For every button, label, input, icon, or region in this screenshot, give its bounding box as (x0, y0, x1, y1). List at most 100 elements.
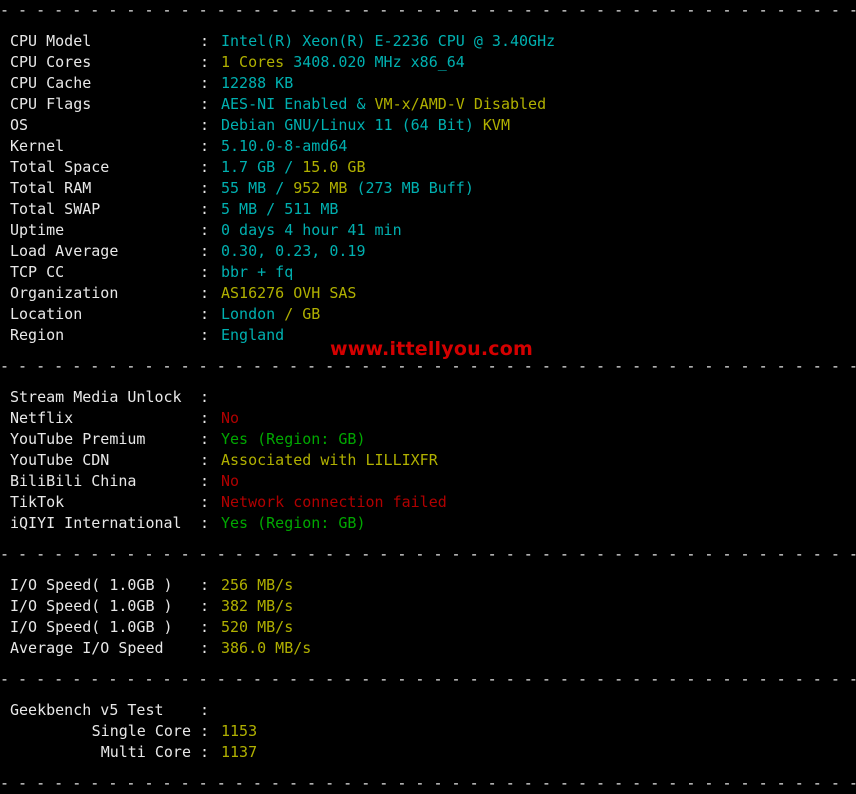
row-label: TCP CC (10, 263, 65, 281)
row-label: iQIYI International (10, 514, 182, 532)
row-value: bbr + fq (221, 263, 294, 281)
row-colon: : (200, 158, 210, 176)
info-row-cpu-cache: CPU Cache:12288 KB (0, 73, 856, 94)
info-row-cpu-cores: CPU Cores:1 Cores 3408.020 MHz x86_64 (0, 52, 856, 73)
row-label: OS (10, 116, 29, 134)
row-colon: : (200, 409, 210, 427)
info-row-average-i-o-speed-3: Average I/O Speed:386.0 MB/s (0, 638, 856, 659)
row-value: 1153 (221, 722, 258, 740)
row-value: 0.30, 0.23, 0.19 (221, 242, 366, 260)
row-label: Multi Core (100, 743, 191, 761)
info-row-cpu-flags: CPU Flags: AES-NI Enabled & VM-x/AMD-V Di… (0, 94, 856, 115)
row-label: YouTube Premium (10, 430, 146, 448)
row-colon: : (200, 74, 210, 92)
row-value: No (221, 472, 240, 490)
row-label: I/O Speed( 1.0GB ) (10, 576, 173, 594)
row-colon: : (200, 305, 210, 323)
info-row-uptime: Uptime:0 days 4 hour 41 min (0, 220, 856, 241)
io-speed-section: I/O Speed( 1.0GB ):256 MB/s I/O Speed( 1.… (0, 565, 856, 669)
separator-after-system-info: - - - - - - - - - - - - - - - - - - - - … (0, 356, 856, 377)
row-colon: : (200, 53, 210, 71)
row-value: London (221, 305, 285, 323)
row-value: 12288 KB (221, 74, 294, 92)
row-value: England (221, 326, 285, 344)
info-row-bilibili-china: BiliBili China: No (0, 471, 856, 492)
info-row-tiktok: TikTok: Network connection failed (0, 492, 856, 513)
info-row-kernel: Kernel:5.10.0-8-amd64 (0, 136, 856, 157)
row-colon: : (200, 472, 210, 490)
info-row-stream-media-unlock: Stream Media Unlock: (0, 387, 856, 408)
info-row-organization: Organization: AS16276 OVH SAS (0, 283, 856, 304)
info-row-iqiyi-international: iQIYI International: Yes (Region: GB) (0, 513, 856, 534)
row-colon: : (200, 326, 210, 344)
row-colon: : (200, 430, 210, 448)
row-label: Netflix (10, 409, 74, 427)
row-value: 0 days 4 hour 41 min (221, 221, 402, 239)
info-row-i-o-speed-1-0gb-2: I/O Speed( 1.0GB ):520 MB/s (0, 617, 856, 638)
row-label: Load Average (10, 242, 119, 260)
separator-after-stream-media: - - - - - - - - - - - - - - - - - - - - … (0, 544, 856, 565)
info-row-total-space: Total Space:1.7 GB / 15.0 GB (0, 157, 856, 178)
row-colon: : (200, 493, 210, 511)
geekbench-section: Geekbench v5 Test: Single Core:1153 Multi … (0, 690, 856, 773)
row-label: Single Core (91, 722, 191, 740)
row-colon: : (200, 116, 210, 134)
info-row-i-o-speed-1-0gb-1: I/O Speed( 1.0GB ):382 MB/s (0, 596, 856, 617)
separator-after-io-speed: - - - - - - - - - - - - - - - - - - - - … (0, 669, 856, 690)
info-row-i-o-speed-1-0gb-0: I/O Speed( 1.0GB ):256 MB/s (0, 575, 856, 596)
terminal-screen: - - - - - - - - - - - - - - - - - - - - … (0, 0, 856, 792)
row-value: Network connection failed (221, 493, 447, 511)
row-label: BiliBili China (10, 472, 137, 490)
separator-line: - - - - - - - - - - - - - - - - - - - - … (0, 774, 856, 792)
row-label: CPU Cache (10, 74, 92, 92)
row-value: 1137 (221, 743, 258, 761)
row-value: Associated with LILLIXFR (221, 451, 438, 469)
row-value: 520 MB/s (221, 618, 294, 636)
info-row-single-core: Single Core:1153 (0, 721, 856, 742)
row-value: 256 MB/s (221, 576, 294, 594)
row-label: Total SWAP (10, 200, 101, 218)
row-label: CPU Flags (10, 95, 92, 113)
separator-line: - - - - - - - - - - - - - - - - - - - - … (0, 670, 856, 688)
info-row-geekbench-v5-test: Geekbench v5 Test: (0, 700, 856, 721)
row-label: CPU Cores (10, 53, 92, 71)
row-label: Total RAM (10, 179, 92, 197)
stream-media-section: Stream Media Unlock: Netflix: No YouTube Pr… (0, 377, 856, 544)
row-value: Yes (Region: GB) (221, 514, 366, 532)
row-colon: : (200, 701, 210, 719)
row-value: Intel(R) Xeon(R) E-2236 CPU @ 3.40GHz (221, 32, 556, 50)
row-colon: : (200, 618, 210, 636)
row-value: 55 MB (221, 179, 276, 197)
info-row-multi-core: Multi Core:1137 (0, 742, 856, 763)
row-value: / (275, 179, 294, 197)
row-colon: : (200, 576, 210, 594)
row-value: Yes (Region: GB) (221, 430, 366, 448)
row-colon: : (200, 179, 210, 197)
row-label: Organization (10, 284, 119, 302)
row-colon: : (200, 137, 210, 155)
row-label: Region (10, 326, 65, 344)
row-value: 3408.020 MHz x86_64 (293, 53, 465, 71)
info-row-location: Location: London / GB (0, 304, 856, 325)
row-value: / (284, 158, 303, 176)
row-value: 5 MB / 511 MB (221, 200, 339, 218)
row-colon: : (200, 388, 210, 406)
row-value: 1.7 GB (221, 158, 285, 176)
row-colon: : (200, 284, 210, 302)
row-colon: : (200, 514, 210, 532)
row-value: 5.10.0-8-amd64 (221, 137, 348, 155)
row-label: Geekbench v5 Test (10, 701, 164, 719)
row-value: No (221, 409, 240, 427)
info-row-youtube-premium: YouTube Premium: Yes (Region: GB) (0, 429, 856, 450)
separator-bottom: - - - - - - - - - - - - - - - - - - - - … (0, 773, 856, 794)
row-value: Debian GNU/Linux 11 (64 Bit) (221, 116, 483, 134)
row-colon: : (200, 597, 210, 615)
info-row-total-ram: Total RAM:55 MB / 952 MB (273 MB Buff) (0, 178, 856, 199)
row-colon: : (200, 722, 210, 740)
row-label: Location (10, 305, 83, 323)
separator-top: - - - - - - - - - - - - - - - - - - - - … (0, 0, 856, 21)
row-label: YouTube CDN (10, 451, 110, 469)
row-label: Kernel (10, 137, 65, 155)
row-label: Average I/O Speed (10, 639, 164, 657)
separator-line: - - - - - - - - - - - - - - - - - - - - … (0, 1, 856, 19)
